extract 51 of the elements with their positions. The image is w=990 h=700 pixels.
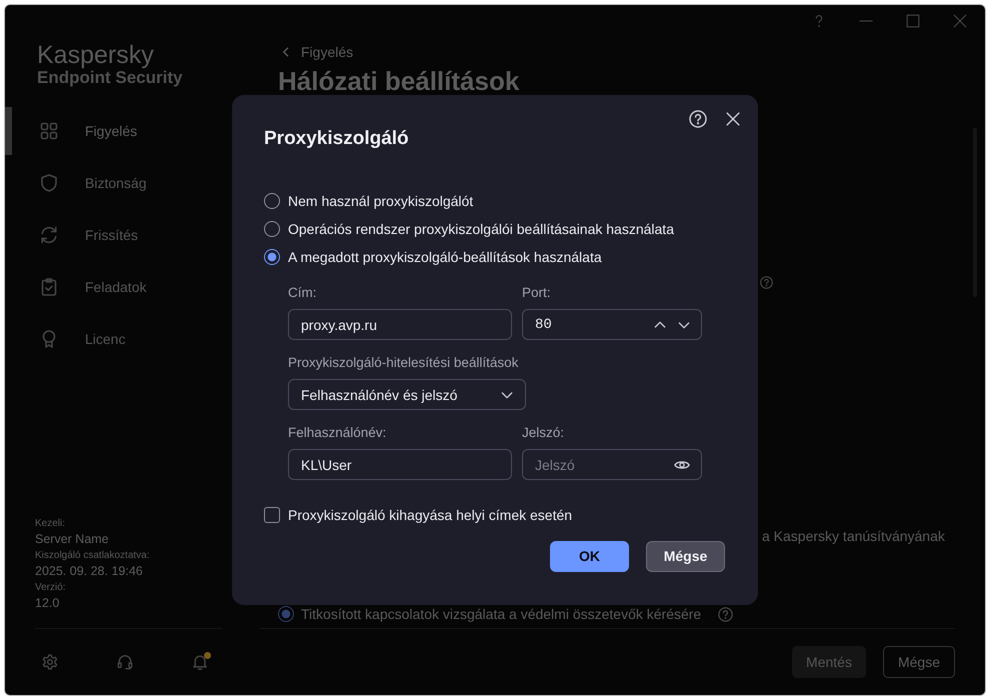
radio-button[interactable] (264, 249, 280, 265)
option-label: Nem használ proxykiszolgálót (288, 193, 474, 209)
shield-icon (40, 174, 58, 192)
refresh-icon (40, 226, 58, 244)
settings-icon[interactable] (42, 654, 58, 670)
password-field[interactable]: Jelszó (522, 449, 702, 480)
username-field[interactable]: KL\User (288, 449, 512, 480)
radio-button[interactable] (264, 193, 280, 209)
page-title: Hálózati beállítások (278, 67, 520, 95)
chevron-left-icon (281, 47, 291, 57)
info-label: Verzió: (35, 581, 66, 595)
field-label: Cím: (288, 285, 316, 301)
award-icon (40, 330, 58, 348)
brand-name: Kaspersky (37, 42, 154, 68)
nav-item[interactable]: Licenc (5, 315, 220, 363)
radio-button[interactable] (264, 221, 280, 237)
nav-item[interactable]: Biztonság (5, 159, 220, 207)
option-label: Operációs rendszer proxykiszolgálói beállításainak használata (288, 221, 674, 237)
info-value: 12.0 (35, 595, 60, 612)
option-label: Titkosított kapcsolatok vizsgálata a védelmi összetevők kérésére (301, 606, 702, 622)
field-label: Port: (522, 285, 551, 301)
dialog-title: Proxykiszolgáló (264, 127, 409, 151)
clipboard-check-icon (40, 278, 58, 296)
maximize-icon[interactable] (906, 14, 920, 28)
cancel-button[interactable]: Mégse (882, 646, 955, 678)
back-link[interactable]: Figyelés (262, 37, 354, 67)
field-label: Jelszó: (522, 425, 564, 441)
headset-icon[interactable] (117, 654, 133, 670)
nav-item[interactable]: Frissítés (5, 211, 220, 259)
nav-item[interactable]: Figyelés (5, 107, 220, 155)
radio-button[interactable] (278, 606, 294, 622)
info-value: Server Name (35, 531, 109, 548)
checkbox-label: Proxykiszolgáló kihagyása helyi címek esetén (288, 507, 572, 523)
checkbox[interactable] (264, 507, 280, 523)
ok-button[interactable]: OK (550, 541, 629, 572)
cancel-button[interactable]: Mégse (646, 541, 725, 572)
info-label: Kiszolgáló csatlakoztatva: (35, 549, 150, 563)
info-label: Kezeli: (35, 517, 66, 531)
field-label: Felhasználónév: (288, 425, 386, 441)
bell-icon[interactable] (192, 654, 208, 670)
grid-icon (40, 122, 58, 140)
option-label: A megadott proxykiszolgáló-beállítások használata (288, 249, 602, 265)
info-value: 2025. 09. 28. 19:46 (35, 563, 143, 580)
port-field[interactable]: 80 (522, 309, 702, 340)
product-name: Endpoint Security (37, 68, 182, 88)
chevron-up-icon[interactable] (654, 318, 666, 330)
field-label: Proxykiszolgáló-hitelesítési beállítások (288, 355, 518, 371)
auth-dropdown[interactable]: Felhasználónév és jelszó (288, 379, 526, 410)
nav-item[interactable]: Feladatok (5, 263, 220, 311)
address-field[interactable]: proxy.avp.ru (288, 309, 512, 340)
body-text: a Kaspersky tanúsítványának (762, 528, 945, 544)
